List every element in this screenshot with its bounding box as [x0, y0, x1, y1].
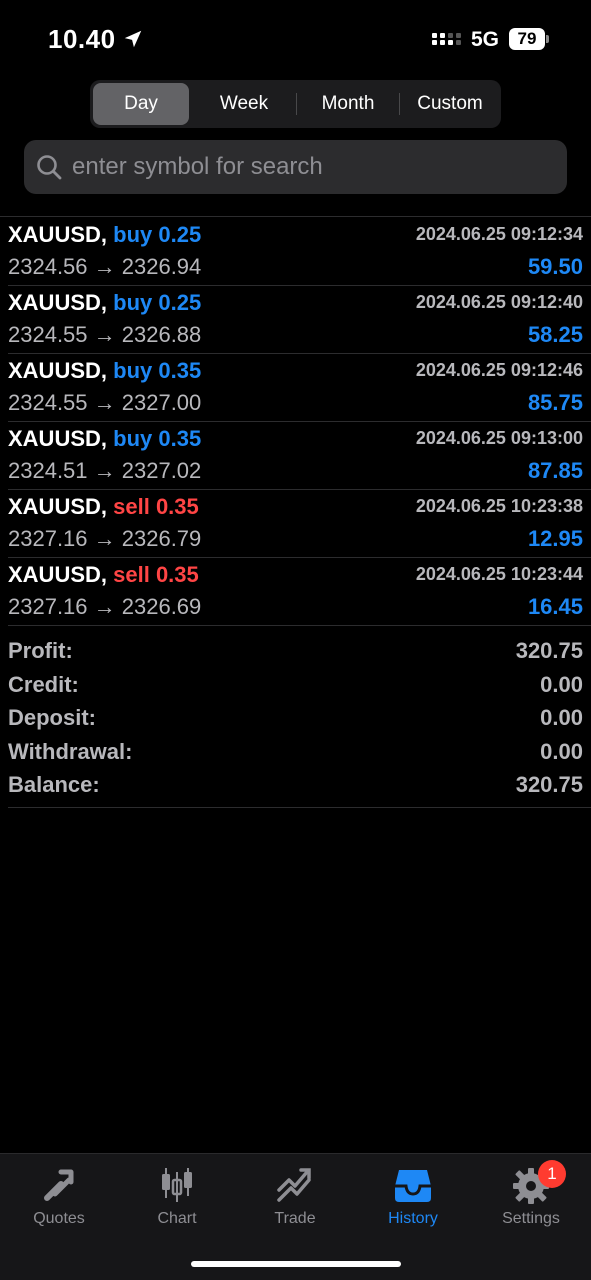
period-tab-month[interactable]: Month: [297, 83, 399, 125]
summary-value: 0.00: [540, 671, 583, 697]
cellular-signal-icon: [432, 33, 461, 45]
deal-prices: 2324.55 → 2327.00: [8, 390, 202, 415]
status-bar: 10.40 5G 79: [0, 0, 591, 80]
network-type: 5G: [471, 28, 500, 51]
deal-symbol: XAUUSD,: [8, 290, 108, 315]
status-time: 10.40: [48, 24, 116, 54]
trade-icon: [277, 1168, 311, 1202]
summary-value: 0.00: [540, 738, 583, 764]
deal-symbol: XAUUSD,: [8, 426, 108, 451]
tab-label: Trade: [274, 1210, 316, 1227]
deal-title: XAUUSD, buy 0.25: [8, 290, 201, 316]
quotes-icon: [44, 1169, 74, 1201]
deal-title: XAUUSD, buy 0.25: [8, 222, 201, 248]
deal-direction: sell 0.35: [113, 494, 199, 519]
list-divider: [0, 216, 591, 217]
tab-label: History: [388, 1210, 438, 1227]
summary-label: Profit:: [8, 638, 73, 663]
deal-profit: 59.50: [527, 254, 583, 279]
deal-row[interactable]: XAUUSD, buy 0.25 2024.06.25 09:12:40 232…: [8, 286, 591, 354]
chart-icon: [162, 1168, 192, 1202]
deal-symbol: XAUUSD,: [8, 358, 108, 383]
deal-title: XAUUSD, buy 0.35: [8, 358, 201, 384]
summary-label: Deposit:: [8, 705, 96, 730]
location-arrow-icon: [124, 30, 142, 48]
deal-time: 2024.06.25 09:12:34: [415, 224, 583, 244]
summary-divider: [8, 807, 591, 808]
deal-row[interactable]: XAUUSD, sell 0.35 2024.06.25 10:23:38 23…: [8, 490, 591, 558]
summary-row-balance: Balance: 320.75: [8, 770, 591, 804]
tab-history[interactable]: History: [354, 1154, 472, 1244]
deal-profit: 12.95: [527, 526, 583, 551]
deal-row[interactable]: XAUUSD, buy 0.35 2024.06.25 09:12:46 232…: [8, 354, 591, 422]
period-tab-week[interactable]: Week: [193, 83, 295, 125]
summary-label: Withdrawal:: [8, 738, 133, 764]
tab-quotes[interactable]: Quotes: [0, 1154, 118, 1244]
summary-label: Balance:: [8, 772, 100, 797]
deal-title: XAUUSD, sell 0.35: [8, 494, 199, 520]
summary-value: 320.75: [515, 638, 583, 663]
deal-direction: buy 0.25: [113, 222, 202, 247]
summary-value: 0.00: [540, 705, 583, 730]
search-icon: [37, 155, 62, 180]
deal-prices: 2327.16 → 2326.69: [8, 594, 202, 619]
home-indicator[interactable]: [191, 1261, 401, 1267]
deal-title: XAUUSD, sell 0.35: [8, 562, 199, 588]
battery-tip: [546, 35, 549, 43]
search-bar: [24, 140, 567, 194]
period-segmented-control: Day Week Month Custom: [90, 80, 501, 128]
tab-settings[interactable]: 1 Settings: [472, 1154, 590, 1244]
deal-profit: 87.85: [527, 458, 583, 483]
account-summary: Profit: 320.75 Credit: 0.00 Deposit: 0.0…: [8, 636, 591, 804]
deal-direction: sell 0.35: [113, 562, 199, 587]
deal-profit: 58.25: [527, 322, 583, 347]
battery-icon: 79: [509, 28, 545, 50]
deal-time: 2024.06.25 09:12:46: [415, 360, 583, 380]
period-tab-day[interactable]: Day: [93, 83, 189, 125]
deals-list: XAUUSD, buy 0.25 2024.06.25 09:12:34 232…: [0, 218, 591, 626]
summary-label: Credit:: [8, 671, 79, 697]
deal-prices: 2327.16 → 2326.79: [8, 526, 202, 551]
deal-profit: 85.75: [527, 390, 583, 415]
summary-row-deposit: Deposit: 0.00: [8, 703, 591, 737]
deal-prices: 2324.56 → 2326.94: [8, 254, 202, 279]
tab-trade[interactable]: Trade: [236, 1154, 354, 1244]
deal-direction: buy 0.35: [113, 358, 202, 383]
history-icon: [395, 1170, 431, 1202]
deal-row[interactable]: XAUUSD, buy 0.25 2024.06.25 09:12:34 232…: [8, 218, 591, 286]
deal-time: 2024.06.25 09:13:00: [415, 428, 583, 448]
tab-label: Settings: [502, 1210, 560, 1227]
deal-row[interactable]: XAUUSD, buy 0.35 2024.06.25 09:13:00 232…: [8, 422, 591, 490]
tab-label: Chart: [157, 1210, 197, 1227]
summary-row-withdrawal: Withdrawal: 0.00: [8, 737, 591, 771]
deal-prices: 2324.51 → 2327.02: [8, 458, 202, 483]
deal-direction: buy 0.35: [113, 426, 202, 451]
deal-symbol: XAUUSD,: [8, 562, 108, 587]
summary-row-profit: Profit: 320.75: [8, 636, 591, 670]
tab-chart[interactable]: Chart: [118, 1154, 236, 1244]
summary-value: 320.75: [515, 772, 583, 797]
tab-label: Quotes: [33, 1210, 85, 1227]
deal-profit: 16.45: [527, 594, 583, 619]
period-tab-custom[interactable]: Custom: [400, 83, 500, 125]
deal-direction: buy 0.25: [113, 290, 202, 315]
symbol-search-input[interactable]: [72, 140, 552, 194]
deal-symbol: XAUUSD,: [8, 222, 108, 247]
summary-row-credit: Credit: 0.00: [8, 670, 591, 704]
deal-time: 2024.06.25 10:23:38: [415, 496, 583, 516]
notification-badge: 1: [538, 1160, 566, 1188]
deal-prices: 2324.55 → 2326.88: [8, 322, 202, 347]
deal-title: XAUUSD, buy 0.35: [8, 426, 201, 452]
deal-symbol: XAUUSD,: [8, 494, 108, 519]
deal-time: 2024.06.25 10:23:44: [415, 564, 583, 584]
deal-time: 2024.06.25 09:12:40: [415, 292, 583, 312]
deal-row[interactable]: XAUUSD, sell 0.35 2024.06.25 10:23:44 23…: [8, 558, 591, 626]
